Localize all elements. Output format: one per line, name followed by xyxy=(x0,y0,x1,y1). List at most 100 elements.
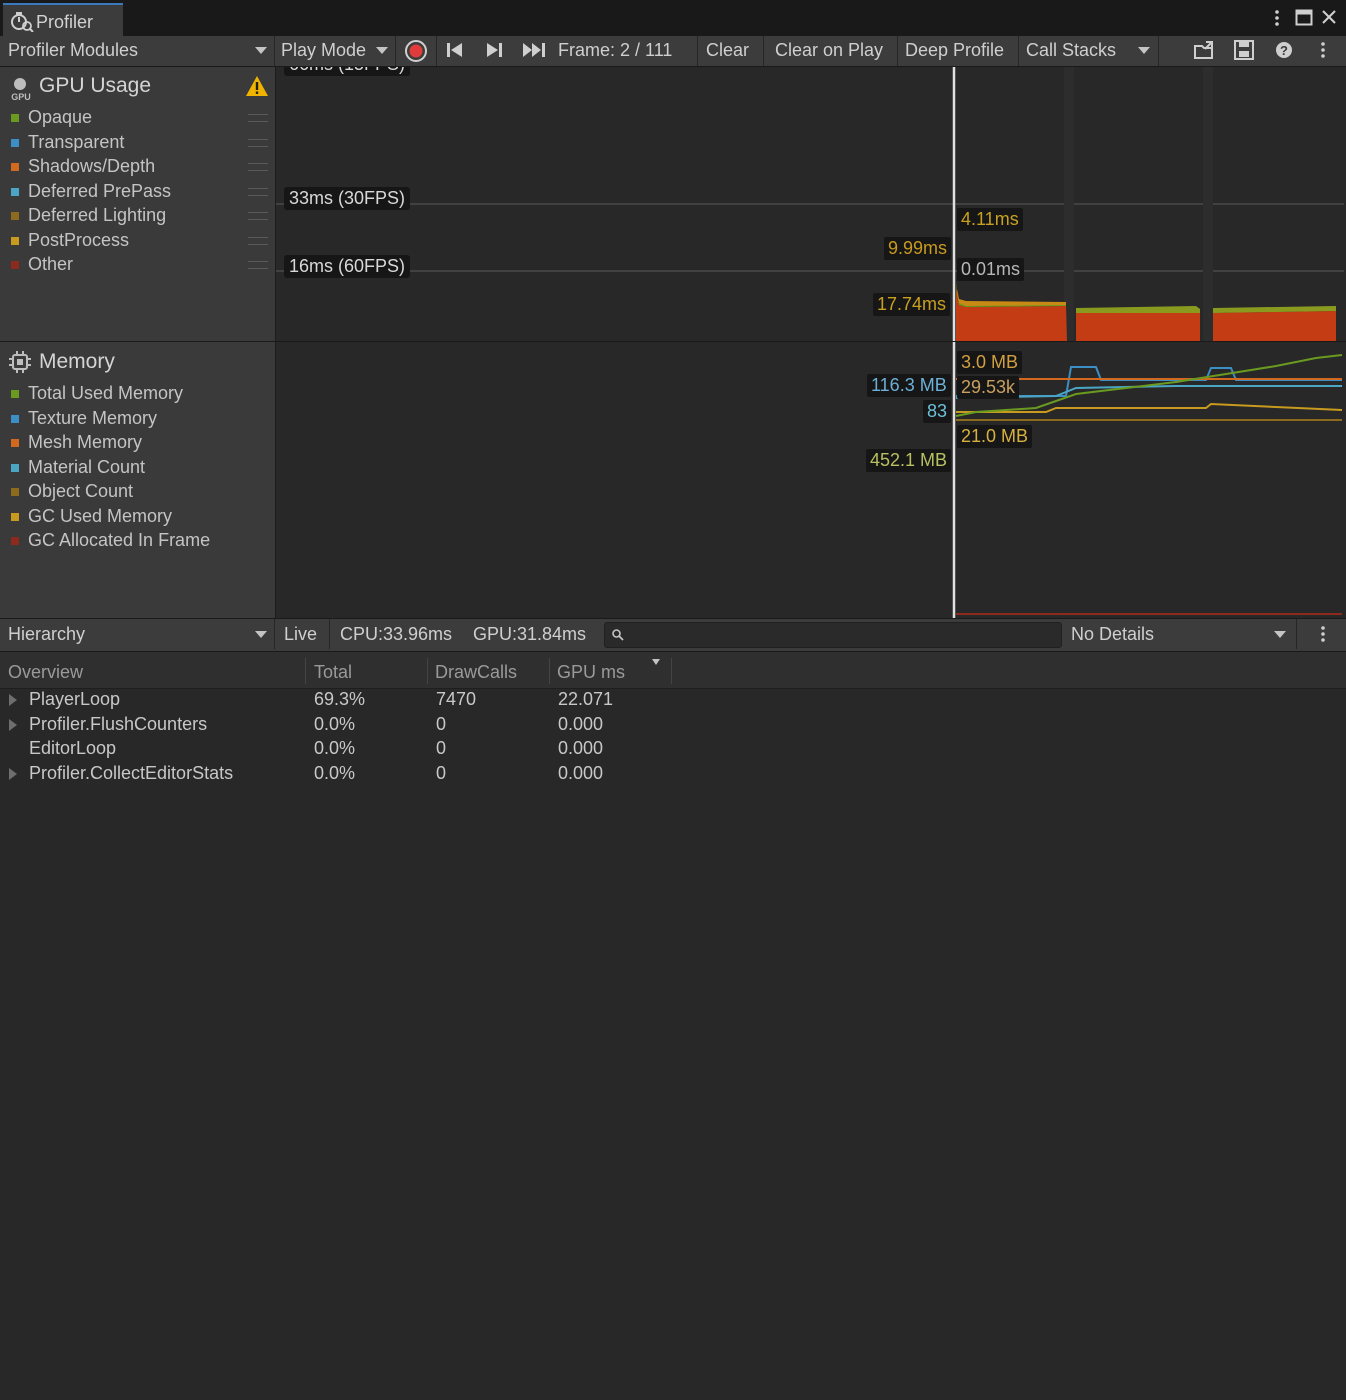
save-file-icon[interactable] xyxy=(1233,39,1255,61)
legend-label: Material Count xyxy=(28,456,146,477)
column-header-drawcalls[interactable]: DrawCalls xyxy=(435,662,517,683)
gpu-ref-16ms: 16ms (60FPS) xyxy=(284,255,411,278)
table-row[interactable]: PlayerLoop 69.3% 7470 22.071 xyxy=(0,688,1346,712)
hierarchy-rows: PlayerLoop 69.3% 7470 22.071 Profiler.FlushC… xyxy=(0,688,1346,798)
column-header-total[interactable]: Total xyxy=(314,662,352,683)
memory-chart[interactable]: 3.0 MB 116.3 MB 29.53k 83 21.0 MB 452.1 … xyxy=(276,342,1344,618)
legend-swatch xyxy=(11,390,19,398)
frame-counter: Frame: 2 / 111 xyxy=(558,40,673,60)
clear-on-play-button[interactable]: Clear on Play xyxy=(775,40,883,61)
legend-label: Object Count xyxy=(28,481,134,501)
legend-item-mesh-memory[interactable]: Mesh Memory xyxy=(0,431,275,455)
memory-value-label: 21.0 MB xyxy=(957,425,1033,448)
sort-descending-icon xyxy=(652,659,660,665)
memory-chip-icon xyxy=(9,351,31,373)
drag-handle-icon[interactable] xyxy=(248,114,268,122)
chevron-down-icon[interactable] xyxy=(1138,47,1150,54)
clear-button[interactable]: Clear xyxy=(706,40,749,61)
legend-item-texture-memory[interactable]: Texture Memory xyxy=(0,407,275,431)
legend-swatch xyxy=(11,187,19,196)
details-mode-dropdown[interactable]: No Details xyxy=(1071,624,1154,645)
warning-icon[interactable] xyxy=(245,75,269,97)
legend-label: Texture Memory xyxy=(28,407,158,428)
record-button[interactable] xyxy=(403,38,429,64)
load-file-icon[interactable] xyxy=(1192,38,1218,62)
profiler-modules-dropdown[interactable]: Profiler Modules xyxy=(8,40,138,61)
next-frame-button[interactable] xyxy=(484,41,504,59)
legend-swatch xyxy=(11,138,19,147)
play-mode-dropdown[interactable]: Play Mode xyxy=(281,40,366,61)
legend-swatch xyxy=(11,414,19,423)
legend-label: Mesh Memory xyxy=(28,432,143,452)
gpu-value-label: 0.01ms xyxy=(957,258,1025,281)
drag-handle-icon[interactable] xyxy=(248,236,268,245)
gpu-usage-module-panel[interactable]: GPU GPU Usage Opaque Transparent Shadows/D… xyxy=(0,67,276,341)
profiler-tab[interactable]: Profiler xyxy=(3,3,123,36)
cell-total: 0.0% xyxy=(314,738,356,758)
cell-name: Profiler.FlushCounters xyxy=(29,713,208,734)
memory-value-label: 116.3 MB xyxy=(867,374,951,397)
legend-item-gc-used-memory[interactable]: GC Used Memory xyxy=(0,505,275,529)
table-row[interactable]: EditorLoop 0.0% 0 0.000 xyxy=(0,737,1346,761)
live-toggle[interactable]: Live xyxy=(284,624,317,645)
drag-handle-icon[interactable] xyxy=(248,187,268,196)
legend-item-deferred-lighting[interactable]: Deferred Lighting xyxy=(0,204,275,228)
legend-item-material-count[interactable]: Material Count xyxy=(0,456,275,480)
legend-item-gc-allocated-in-frame[interactable]: GC Allocated In Frame xyxy=(0,529,275,553)
gpu-time-label: GPU:31.84ms xyxy=(473,624,587,644)
drag-handle-icon[interactable] xyxy=(248,261,268,269)
cell-name: EditorLoop xyxy=(29,738,117,758)
legend-label: Transparent xyxy=(28,131,125,152)
current-frame-button[interactable] xyxy=(521,41,547,59)
help-icon[interactable]: ? xyxy=(1273,39,1295,61)
memory-module-title: Memory xyxy=(39,350,115,373)
legend-item-object-count[interactable]: Object Count xyxy=(0,480,275,504)
chevron-down-icon xyxy=(255,47,267,54)
close-icon[interactable] xyxy=(1321,9,1337,25)
legend-item-transparent[interactable]: Transparent xyxy=(0,131,275,155)
drag-handle-icon[interactable] xyxy=(248,138,268,147)
legend-label: PostProcess xyxy=(28,229,130,250)
legend-swatch xyxy=(11,163,19,171)
expand-arrow-icon[interactable] xyxy=(9,718,17,731)
gpu-value-label: 17.74ms xyxy=(873,293,951,316)
toolbar-menu-icon[interactable] xyxy=(1316,40,1330,60)
table-row[interactable]: Profiler.CollectEditorStats 0.0% 0 0.000 xyxy=(0,762,1346,786)
cell-total: 69.3% xyxy=(314,689,366,709)
legend-label: Deferred Lighting xyxy=(28,205,167,225)
legend-label: Shadows/Depth xyxy=(28,156,156,176)
search-field[interactable] xyxy=(604,622,1062,648)
kebab-menu-icon[interactable] xyxy=(1270,8,1284,28)
details-menu-icon[interactable] xyxy=(1316,624,1330,644)
chevron-down-icon xyxy=(1274,631,1286,638)
legend-swatch xyxy=(11,261,19,269)
legend-item-other[interactable]: Other xyxy=(0,253,275,277)
table-row[interactable]: Profiler.FlushCounters 0.0% 0 0.000 xyxy=(0,713,1346,737)
gpu-usage-chart[interactable]: 66ms (15FPS) 33ms (30FPS) 16ms (60FPS) 4… xyxy=(276,67,1344,341)
legend-item-postprocess[interactable]: PostProcess xyxy=(0,229,275,253)
previous-frame-button[interactable] xyxy=(445,41,465,59)
column-header-overview[interactable]: Overview xyxy=(8,662,83,683)
search-input[interactable] xyxy=(629,623,1061,647)
legend-item-deferred-prepass[interactable]: Deferred PrePass xyxy=(0,180,275,204)
drag-handle-icon[interactable] xyxy=(248,163,268,171)
drag-handle-icon[interactable] xyxy=(248,212,268,220)
gpu-value-label: 9.99ms xyxy=(884,237,952,260)
hierarchy-view-dropdown[interactable]: Hierarchy xyxy=(8,624,85,645)
legend-item-total-used-memory[interactable]: Total Used Memory xyxy=(0,382,275,406)
cell-drawcalls: 0 xyxy=(436,762,447,783)
expand-arrow-icon[interactable] xyxy=(9,694,17,706)
legend-label: Other xyxy=(28,254,74,274)
legend-item-shadows-depth[interactable]: Shadows/Depth xyxy=(0,155,275,179)
gpu-chart-svg xyxy=(276,67,1344,341)
memory-module-panel[interactable]: Memory Total Used Memory Texture Memory Me… xyxy=(0,342,276,618)
legend-item-opaque[interactable]: Opaque xyxy=(0,106,275,130)
svg-text:?: ? xyxy=(1280,43,1288,58)
maximize-icon[interactable] xyxy=(1295,9,1313,27)
expand-arrow-icon[interactable] xyxy=(9,767,17,780)
deep-profile-button[interactable]: Deep Profile xyxy=(905,40,1004,61)
column-header-gpu-ms[interactable]: GPU ms xyxy=(557,662,625,683)
gpu-module-title: GPU Usage xyxy=(39,74,152,97)
call-stacks-button[interactable]: Call Stacks xyxy=(1026,40,1116,61)
cell-drawcalls: 0 xyxy=(436,713,447,734)
